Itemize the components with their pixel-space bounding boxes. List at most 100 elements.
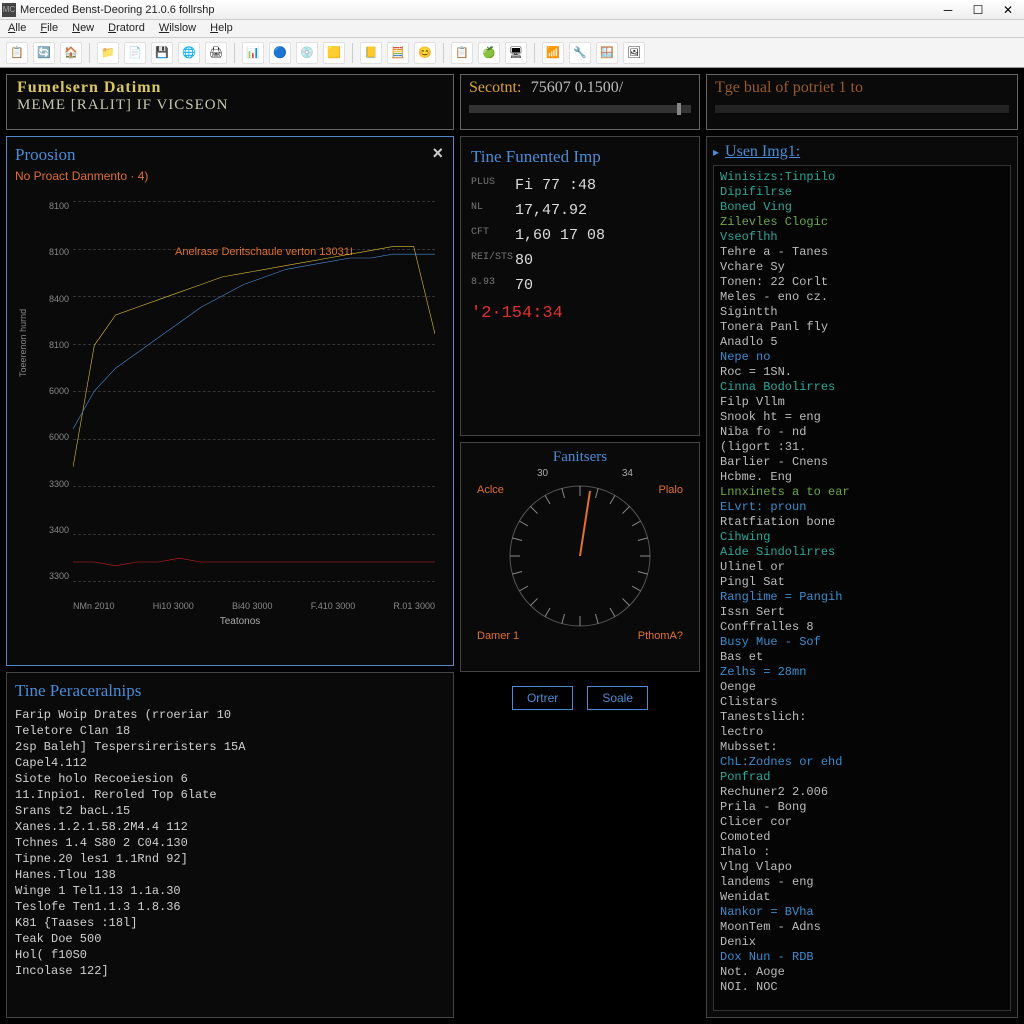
- toolbar-icon-3[interactable]: 📁: [97, 42, 119, 64]
- log-line: Farip Woip Drates (rroeriar 10: [15, 707, 445, 723]
- list-item[interactable]: Ihalo :: [720, 845, 1004, 860]
- secont-value: 75607 0.1500/: [531, 79, 623, 96]
- list-item[interactable]: NOI. NOC: [720, 980, 1004, 995]
- menu-new[interactable]: New: [72, 22, 94, 35]
- toolbar-icon-16[interactable]: 🍏: [478, 42, 500, 64]
- list-item[interactable]: Mubsset:: [720, 740, 1004, 755]
- toolbar-icon-12[interactable]: 📒: [360, 42, 382, 64]
- close-button[interactable]: ✕: [994, 1, 1022, 19]
- list-item[interactable]: landems - eng: [720, 875, 1004, 890]
- list-item[interactable]: Winisizs:Tinpilo: [720, 170, 1004, 185]
- toolbar-icon-7[interactable]: 🖨: [205, 42, 227, 64]
- list-item[interactable]: Cinna Bodolirres: [720, 380, 1004, 395]
- toolbar-icon-18[interactable]: 📶: [542, 42, 564, 64]
- toolbar-icon-15[interactable]: 📋: [451, 42, 473, 64]
- list-item[interactable]: Ranglime = Pangih: [720, 590, 1004, 605]
- list-item[interactable]: Wenidat: [720, 890, 1004, 905]
- list-item[interactable]: Vchare Sy: [720, 260, 1004, 275]
- toolbar-icon-17[interactable]: 🖥: [505, 42, 527, 64]
- list-item[interactable]: Nepe no: [720, 350, 1004, 365]
- toolbar-icon-4[interactable]: 📄: [124, 42, 146, 64]
- list-item[interactable]: Dipifilrse: [720, 185, 1004, 200]
- list-item[interactable]: Meles - eno cz.: [720, 290, 1004, 305]
- list-item[interactable]: Rechuner2 2.006: [720, 785, 1004, 800]
- list-item[interactable]: Denix: [720, 935, 1004, 950]
- list-item[interactable]: Zilevles Clogic: [720, 215, 1004, 230]
- list-item[interactable]: Tonera Panl fly: [720, 320, 1004, 335]
- list-item[interactable]: Comoted: [720, 830, 1004, 845]
- list-item[interactable]: Vlng Vlapo: [720, 860, 1004, 875]
- list-item[interactable]: Roc = 1SN.: [720, 365, 1004, 380]
- maximize-button[interactable]: ☐: [964, 1, 992, 19]
- toolbar-icon-19[interactable]: 🔧: [569, 42, 591, 64]
- list-item[interactable]: Anadlo 5: [720, 335, 1004, 350]
- list-item[interactable]: Bas et: [720, 650, 1004, 665]
- minimize-button[interactable]: ─: [934, 1, 962, 19]
- toolbar-icon-2[interactable]: 🏠: [60, 42, 82, 64]
- toolbar-icon-20[interactable]: 🪟: [596, 42, 618, 64]
- soale-button[interactable]: Soale: [587, 686, 648, 710]
- progress-bar[interactable]: [469, 105, 691, 113]
- list-item[interactable]: Pingl Sat: [720, 575, 1004, 590]
- toolbar-icon-8[interactable]: 📊: [242, 42, 264, 64]
- toolbar-icon-9[interactable]: 🔵: [269, 42, 291, 64]
- metric-row: REI/STS80: [471, 252, 689, 269]
- log-panel: Tine Peraceralnips Farip Woip Drates (rr…: [6, 672, 454, 1018]
- list-item[interactable]: ELvrt: proun: [720, 500, 1004, 515]
- toolbar-icon-21[interactable]: 🖼: [623, 42, 645, 64]
- menu-alle[interactable]: Alle: [8, 22, 26, 35]
- list-item[interactable]: Oenge: [720, 680, 1004, 695]
- toolbar-icon-14[interactable]: 😊: [414, 42, 436, 64]
- list-item[interactable]: Zelhs = 28mn: [720, 665, 1004, 680]
- xtick: F.410 3000: [311, 601, 356, 611]
- list-item[interactable]: Ponfrad: [720, 770, 1004, 785]
- toolbar-icon-10[interactable]: 💿: [296, 42, 318, 64]
- ortrer-button[interactable]: Ortrer: [512, 686, 573, 710]
- list-item[interactable]: Filp Vllm: [720, 395, 1004, 410]
- toolbar-icon-5[interactable]: 💾: [151, 42, 173, 64]
- list-item[interactable]: Ulinel or: [720, 560, 1004, 575]
- list-item[interactable]: Not. Aoge: [720, 965, 1004, 980]
- window-title: Merceded Benst-Deoring 21.0.6 follrshp: [20, 4, 934, 16]
- list-body[interactable]: Winisizs:TinpiloDipifilrseBoned VingZile…: [713, 165, 1011, 1011]
- list-item[interactable]: Niba fo - nd: [720, 425, 1004, 440]
- list-item[interactable]: Sigintth: [720, 305, 1004, 320]
- list-item[interactable]: Tonen: 22 Corlt: [720, 275, 1004, 290]
- toolbar-icon-1[interactable]: 🔄: [33, 42, 55, 64]
- list-item[interactable]: Dox Nun - RDB: [720, 950, 1004, 965]
- list-item[interactable]: MoonTem - Adns: [720, 920, 1004, 935]
- toolbar-icon-0[interactable]: 📋: [6, 42, 28, 64]
- list-item[interactable]: Barlier - Cnens: [720, 455, 1004, 470]
- list-item[interactable]: Hcbme. Eng: [720, 470, 1004, 485]
- list-item[interactable]: Clicer cor: [720, 815, 1004, 830]
- menu-help[interactable]: Help: [210, 22, 233, 35]
- list-item[interactable]: Rtatfiation bone: [720, 515, 1004, 530]
- list-item[interactable]: Nankor = BVha: [720, 905, 1004, 920]
- toolbar-icon-6[interactable]: 🌐: [178, 42, 200, 64]
- menu-wilslow[interactable]: Wilslow: [159, 22, 196, 35]
- list-item[interactable]: Conffralles 8: [720, 620, 1004, 635]
- list-item[interactable]: Tehre a - Tanes: [720, 245, 1004, 260]
- toolbar-icon-11[interactable]: 🟨: [323, 42, 345, 64]
- list-item[interactable]: Tanestslich:: [720, 710, 1004, 725]
- menu-file[interactable]: File: [40, 22, 58, 35]
- list-item[interactable]: (ligort :31.: [720, 440, 1004, 455]
- list-item[interactable]: Issn Sert: [720, 605, 1004, 620]
- list-item[interactable]: Snook ht = eng: [720, 410, 1004, 425]
- ytick: 6000: [41, 386, 69, 396]
- list-item[interactable]: Aide Sindolirres: [720, 545, 1004, 560]
- list-item[interactable]: Prila - Bong: [720, 800, 1004, 815]
- list-item[interactable]: lectro: [720, 725, 1004, 740]
- list-item[interactable]: Lnnxinets a to ear: [720, 485, 1004, 500]
- log-line: Winge 1 Tel1.13 1.1a.30: [15, 883, 445, 899]
- list-item[interactable]: Busy Mue - Sof: [720, 635, 1004, 650]
- list-item[interactable]: Clistars: [720, 695, 1004, 710]
- list-item[interactable]: ChL:Zodnes or ehd: [720, 755, 1004, 770]
- list-item[interactable]: Cihwing: [720, 530, 1004, 545]
- toolbar-icon-13[interactable]: 🧮: [387, 42, 409, 64]
- list-item[interactable]: Vseoflhh: [720, 230, 1004, 245]
- ytick: 8100: [41, 201, 69, 211]
- list-item[interactable]: Boned Ving: [720, 200, 1004, 215]
- close-icon[interactable]: ×: [432, 143, 443, 164]
- menu-dratord[interactable]: Dratord: [108, 22, 145, 35]
